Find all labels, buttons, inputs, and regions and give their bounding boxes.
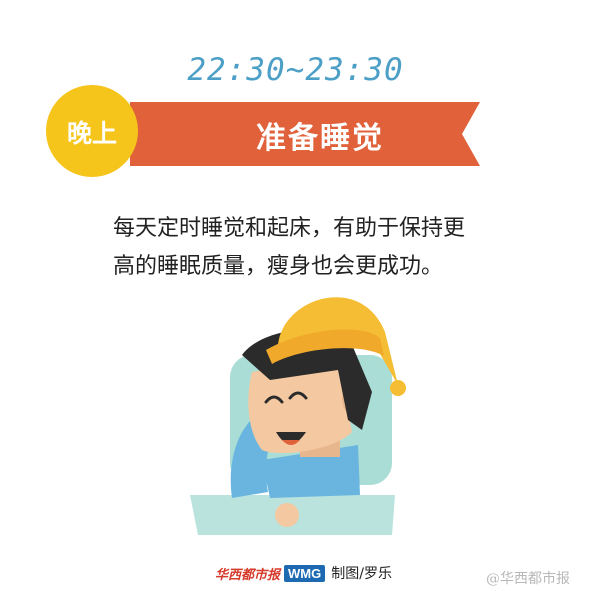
illustrator-credit: 制图/罗乐	[331, 566, 392, 582]
watermark: @华西都市报	[486, 571, 570, 587]
sleeping-man-illustration	[190, 297, 406, 535]
footer-credit: 华西都市报 WMG 制图/罗乐	[215, 562, 392, 584]
wmg-logo: WMG	[284, 564, 326, 582]
newspaper-logo: 华西都市报	[215, 567, 281, 583]
hand	[275, 503, 299, 527]
nightcap-pompom	[390, 380, 406, 396]
